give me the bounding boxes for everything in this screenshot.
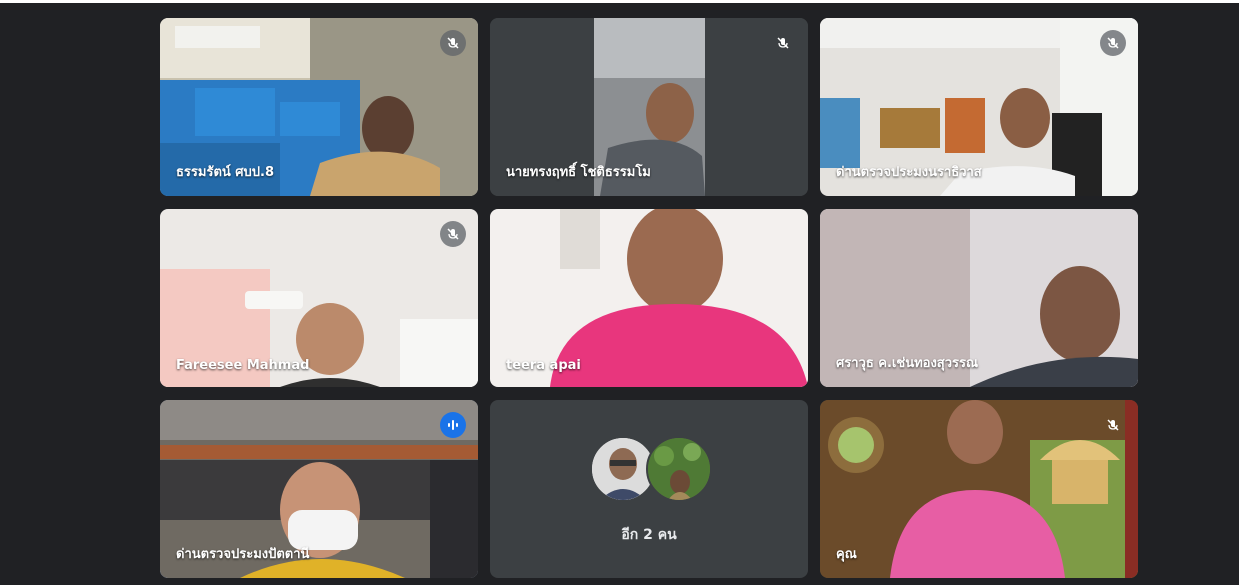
mic-off-icon	[440, 221, 466, 247]
participant-name: ศราวุธ ค.เช่นทองสุวรรณ	[836, 356, 979, 371]
mic-off-icon	[1100, 412, 1126, 438]
mic-off-icon	[1100, 30, 1126, 56]
mic-off-icon	[440, 30, 466, 56]
participant-tile-self[interactable]: คุณ	[820, 400, 1138, 578]
mic-off-icon	[770, 30, 796, 56]
participant-tile[interactable]: ธรรมรัตน์ ศบป.8	[160, 18, 478, 196]
audio-level-icon	[440, 412, 466, 438]
participant-name: ด่านตรวจประมงปัตตานี	[176, 547, 310, 562]
participant-tile[interactable]: ด่านตรวจประมงนราธิวาส	[820, 18, 1138, 196]
participant-tile[interactable]: นายทรงฤทธิ์ โชติธรรมโม	[490, 18, 808, 196]
participant-grid: ธรรมรัตน์ ศบป.8 นายทรงฤทธิ์ โชติธรรมโม ด…	[0, 0, 1239, 585]
others-tile[interactable]: อีก 2 คน	[490, 400, 808, 578]
participant-tile-active[interactable]: ด่านตรวจประมงปัตตานี	[160, 400, 478, 578]
participant-tile[interactable]: ศราวุธ ค.เช่นทองสุวรรณ	[820, 209, 1138, 387]
participant-name: ธรรมรัตน์ ศบป.8	[176, 165, 275, 180]
avatar	[646, 436, 712, 502]
participant-name: teera apai	[506, 358, 581, 373]
video-feed	[820, 400, 1138, 578]
participant-name: ด่านตรวจประมงนราธิวาส	[836, 165, 982, 180]
participant-tile[interactable]: Fareesee Mahmad	[160, 209, 478, 387]
participant-name: Fareesee Mahmad	[176, 358, 310, 373]
participant-name: คุณ	[836, 547, 857, 562]
avatar-group	[590, 436, 712, 502]
others-count-label: อีก 2 คน	[621, 527, 677, 543]
participant-name: นายทรงฤทธิ์ โชติธรรมโม	[506, 165, 651, 180]
participant-tile[interactable]: teera apai	[490, 209, 808, 387]
